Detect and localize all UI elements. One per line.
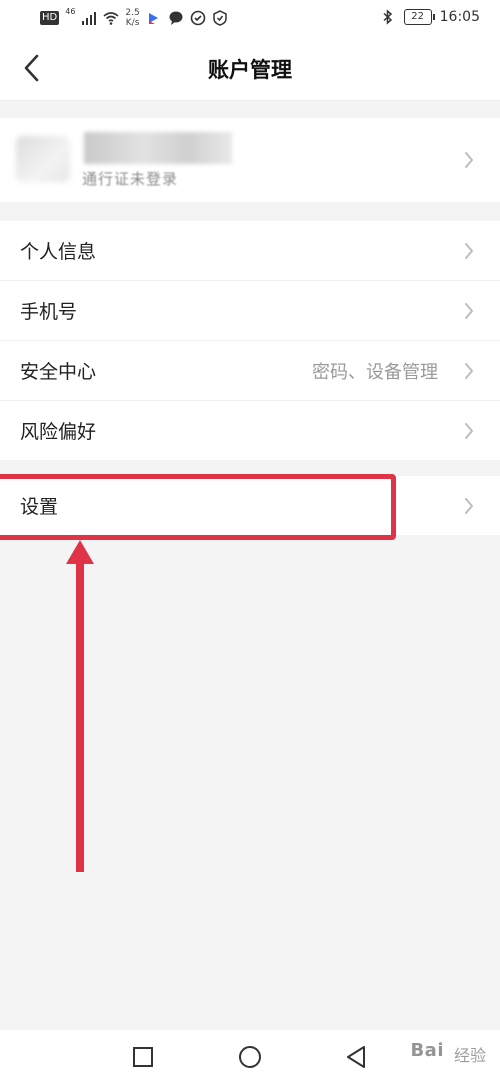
speed-value: 2.5 [125, 8, 140, 18]
page-title: 账户管理 [208, 58, 292, 82]
menu-item-risk-preference[interactable]: 风险偏好 [0, 401, 500, 460]
menu-item-label: 设置 [20, 496, 59, 518]
menu-item-value: 密码、设备管理 [312, 362, 438, 383]
menu-item-label: 个人信息 [20, 241, 97, 263]
menu-group-settings: 设置 [0, 476, 500, 535]
status-bar-right: 22 16:05 [380, 9, 480, 25]
chevron-right-icon [465, 243, 473, 259]
navigation-bar: 账户管理 [0, 38, 500, 101]
battery-indicator: 22 [403, 9, 435, 25]
menu-group-account: 个人信息 手机号 安全中心 密码、设备管理 风险偏好 [0, 221, 500, 460]
bluetooth-icon [383, 9, 392, 25]
account-name-blurred [84, 132, 232, 164]
message-icon [190, 10, 206, 26]
chevron-right-icon [465, 423, 473, 439]
speed-unit: K/s [125, 18, 140, 28]
shield-notification-icon [213, 10, 227, 26]
menu-item-settings[interactable]: 设置 [0, 476, 500, 535]
chevron-right-icon [465, 498, 473, 514]
account-subtitle: 通行证未登录 [82, 170, 179, 188]
menu-item-security-center[interactable]: 安全中心 密码、设备管理 [0, 341, 500, 401]
avatar [16, 136, 70, 182]
menu-item-label: 安全中心 [20, 361, 97, 383]
circle-icon[interactable] [237, 1044, 263, 1070]
clock: 16:05 [439, 9, 480, 25]
annotation-arrow-icon [66, 540, 94, 872]
signal-icon [82, 12, 97, 25]
system-navigation-bar [0, 1030, 500, 1084]
network-type: 46 [65, 7, 76, 16]
chevron-right-icon [465, 363, 473, 379]
menu-item-label: 风险偏好 [20, 421, 97, 443]
network-speed: 2.5 K/s [125, 8, 139, 28]
chevron-right-icon [465, 152, 473, 168]
status-bar: HD 46 2.5 K/s 22 16:05 [0, 0, 500, 38]
triangle-back-icon[interactable] [343, 1044, 369, 1070]
menu-item-personal-info[interactable]: 个人信息 [0, 221, 500, 281]
wifi-icon [103, 12, 119, 25]
account-profile-card[interactable]: 通行证未登录 [0, 118, 500, 202]
menu-item-phone-number[interactable]: 手机号 [0, 281, 500, 341]
square-icon[interactable] [130, 1044, 156, 1070]
app-notification-icon [148, 13, 158, 24]
hd-badge: HD [40, 11, 60, 25]
menu-item-label: 手机号 [20, 301, 78, 323]
chevron-right-icon [465, 303, 473, 319]
status-bar-left: HD 46 2.5 K/s [40, 8, 228, 28]
chat-icon [169, 11, 183, 25]
